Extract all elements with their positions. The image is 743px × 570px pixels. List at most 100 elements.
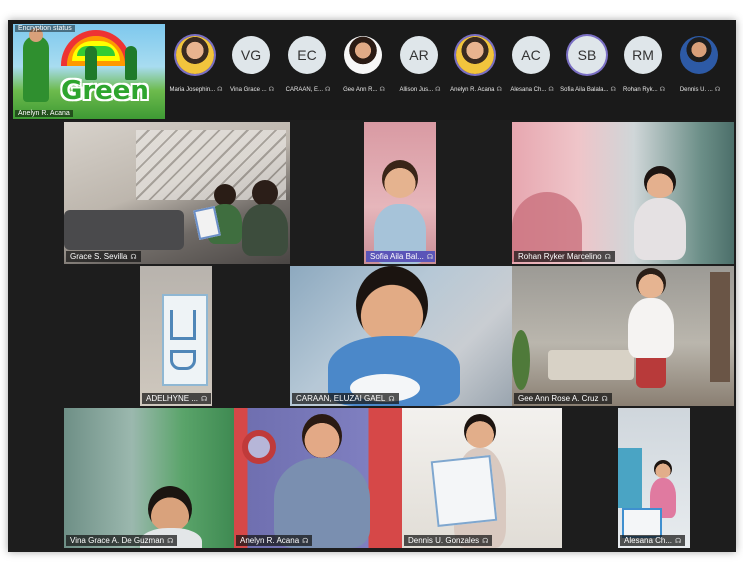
child-head bbox=[148, 486, 192, 532]
participant-item[interactable]: AR Allison Jus... ☊ bbox=[392, 30, 446, 110]
activity-sheet bbox=[430, 455, 498, 527]
child-head bbox=[382, 160, 418, 198]
participant-item[interactable]: EC CARAAN, E... ☊ bbox=[280, 30, 334, 110]
microphone-icon: ☊ bbox=[379, 87, 385, 93]
video-tile[interactable]: Anelyn R. Acana ☊ bbox=[234, 408, 402, 548]
video-tile[interactable]: ADELHYNE ... ☊ bbox=[140, 266, 212, 406]
slide-word: Green bbox=[61, 76, 149, 106]
microphone-icon: ☊ bbox=[201, 396, 208, 403]
microphone-icon: ☊ bbox=[302, 538, 309, 545]
tile-name: Dennis U. Gonzales bbox=[408, 536, 480, 545]
sofa bbox=[548, 350, 634, 380]
meeting-window: Green Encryption status Anelyn R. Acana … bbox=[8, 20, 736, 552]
participant-item[interactable]: Anelyn R. Acana ☊ bbox=[448, 30, 502, 110]
activity-sheet bbox=[162, 294, 208, 386]
participant-name: Allison Jus... bbox=[399, 87, 434, 93]
avatar: AR bbox=[400, 36, 438, 74]
participant-list: Maria Josephin... ☊ VG Vina Grace ... ☊ EC… bbox=[168, 30, 734, 110]
avatar bbox=[344, 36, 382, 74]
tile-name: Sofia Aila Bal... bbox=[370, 252, 424, 261]
avatar bbox=[456, 36, 494, 74]
child-head bbox=[644, 166, 676, 198]
tile-name: Anelyn R. Acana bbox=[240, 536, 300, 545]
participant-name: Dennis U. ... bbox=[679, 87, 713, 93]
parent-figure bbox=[242, 204, 288, 256]
participant-item[interactable]: Maria Josephin... ☊ bbox=[168, 30, 223, 110]
avatar bbox=[680, 36, 718, 74]
participant-name: Gee Ann R... bbox=[343, 87, 378, 93]
avatar: SB bbox=[568, 36, 606, 74]
video-tile[interactable]: Grace S. Sevilla ☊ bbox=[64, 122, 290, 264]
cartoon-girl-figure bbox=[125, 46, 137, 80]
pants-drawing bbox=[170, 310, 196, 340]
cartoon-girl-figure bbox=[85, 46, 97, 80]
tile-name: ADELHYNE ... bbox=[146, 394, 199, 403]
encryption-status: Encryption status bbox=[15, 25, 75, 32]
avatar: VG bbox=[232, 36, 270, 74]
participant-item[interactable]: AC Alesana Ch... ☊ bbox=[504, 30, 558, 110]
participant-name: Sofia Aila Balala... bbox=[560, 87, 609, 93]
presenter-name: Anelyn R. Acana bbox=[15, 110, 73, 117]
tile-name: Gee Ann Rose A. Cruz bbox=[518, 394, 599, 403]
microphone-icon: ☊ bbox=[714, 87, 721, 93]
participant-name: Anelyn R. Acana bbox=[450, 87, 495, 93]
participant-item[interactable]: Dennis U. ... ☊ bbox=[672, 30, 726, 110]
avatar: AC bbox=[512, 36, 550, 74]
participant-item[interactable]: SB Sofia Aila Balala... ☊ bbox=[560, 30, 616, 110]
video-tile[interactable]: Alesana Ch... ☊ bbox=[618, 408, 690, 548]
video-tile[interactable]: Vina Grace A. De Guzman ☊ bbox=[64, 408, 234, 548]
door-frame bbox=[710, 272, 730, 382]
blue-cabinet bbox=[618, 448, 642, 508]
participant-strip: Green Encryption status Anelyn R. Acana … bbox=[8, 20, 736, 120]
shirt-drawing bbox=[170, 350, 196, 370]
teacher-head bbox=[302, 414, 342, 458]
participant-name: CARAAN, E... bbox=[285, 87, 323, 93]
microphone-icon: ☊ bbox=[130, 254, 137, 261]
tile-name: Rohan Ryker Marcelino bbox=[518, 252, 602, 261]
participant-item[interactable]: Gee Ann R... ☊ bbox=[336, 30, 390, 110]
avatar bbox=[176, 36, 214, 74]
participant-name: Maria Josephin... bbox=[169, 87, 216, 93]
plant bbox=[512, 330, 530, 390]
child-head bbox=[654, 460, 672, 478]
shared-screen-thumbnail[interactable]: Green Encryption status Anelyn R. Acana bbox=[13, 24, 165, 119]
presenter-figure bbox=[23, 28, 49, 102]
participant-name: Vina Grace ... bbox=[230, 87, 267, 93]
participant-name: Rohan Ryk... bbox=[622, 87, 658, 93]
tile-name: Vina Grace A. De Guzman bbox=[70, 536, 165, 545]
microphone-icon: ☊ bbox=[167, 538, 174, 545]
microphone-icon: ☊ bbox=[325, 87, 331, 93]
child-head bbox=[636, 268, 666, 298]
microphone-icon: ☊ bbox=[435, 87, 441, 93]
wall-decoration bbox=[242, 430, 276, 464]
microphone-icon: ☊ bbox=[604, 254, 611, 261]
participant-item[interactable]: RM Rohan Ryk... ☊ bbox=[616, 30, 670, 110]
microphone-icon: ☊ bbox=[482, 538, 489, 545]
tile-name: Grace S. Sevilla bbox=[70, 252, 128, 261]
video-tile[interactable]: Rohan Ryker Marcelino ☊ bbox=[512, 122, 734, 264]
child-shorts bbox=[636, 358, 666, 388]
avatar: EC bbox=[288, 36, 326, 74]
video-tile[interactable]: Sofia Aila Bal... ☊ bbox=[364, 122, 436, 264]
child-head bbox=[464, 414, 496, 448]
child-head bbox=[356, 266, 428, 344]
microphone-icon: ☊ bbox=[675, 538, 682, 545]
microphone-icon: ☊ bbox=[268, 87, 274, 93]
microphone-icon: ☊ bbox=[659, 87, 666, 93]
participant-item[interactable]: VG Vina Grace ... ☊ bbox=[224, 30, 278, 110]
child-head bbox=[214, 184, 236, 206]
tile-name: CARAAN, ELUZAI GAEL bbox=[296, 394, 386, 403]
tile-name: Alesana Ch... bbox=[624, 536, 673, 545]
video-tile[interactable]: CARAAN, ELUZAI GAEL ☊ bbox=[290, 266, 512, 406]
video-tile[interactable]: Gee Ann Rose A. Cruz ☊ bbox=[512, 266, 734, 406]
microphone-icon: ☊ bbox=[388, 396, 395, 403]
sofa bbox=[64, 210, 184, 250]
child-figure bbox=[628, 298, 674, 358]
video-tile[interactable]: Dennis U. Gonzales ☊ bbox=[402, 408, 562, 548]
activity-sheet bbox=[622, 508, 662, 538]
microphone-icon: ☊ bbox=[548, 87, 554, 93]
microphone-icon: ☊ bbox=[426, 254, 434, 261]
microphone-icon: ☊ bbox=[601, 396, 608, 403]
child-figure bbox=[634, 198, 686, 260]
participant-name: Alesana Ch... bbox=[510, 87, 547, 93]
